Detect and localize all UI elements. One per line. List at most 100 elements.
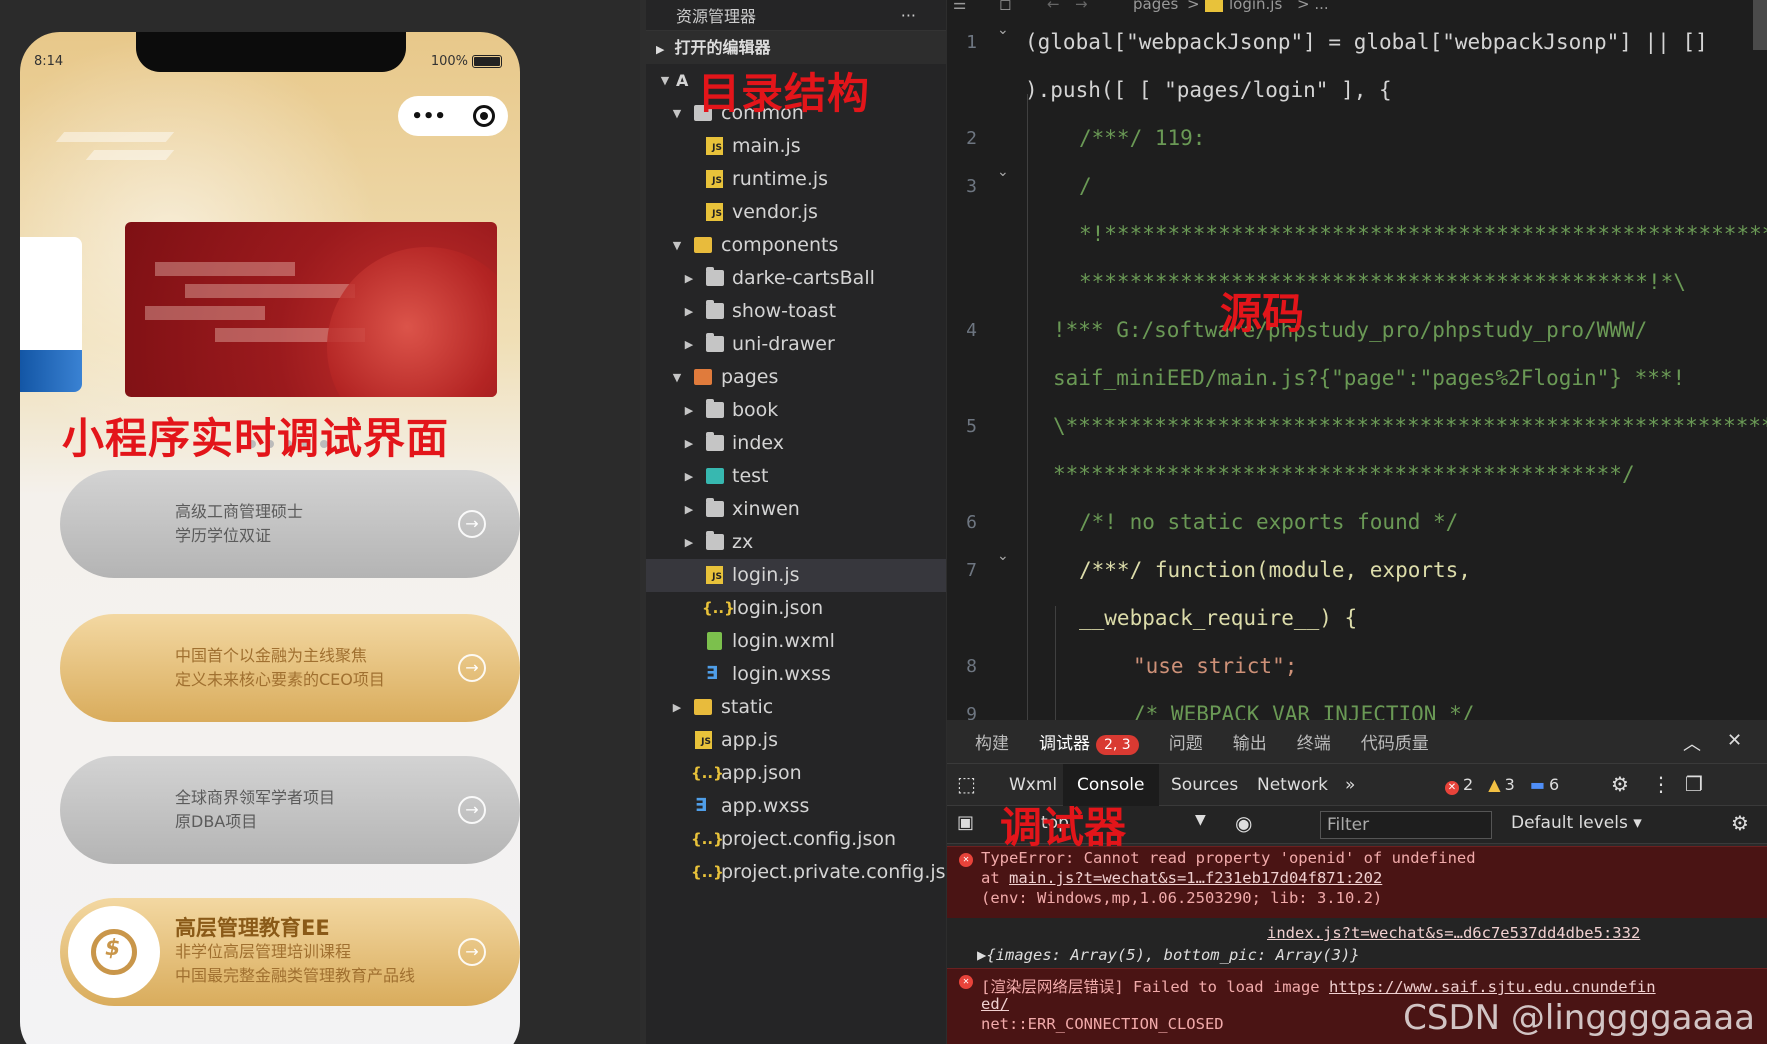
breadcrumb-separator: > [1187, 0, 1200, 13]
tree-folder-uni-drawer[interactable]: ▶ uni-drawer [646, 328, 946, 361]
tree-folder-book[interactable]: ▶ book [646, 394, 946, 427]
tab-network[interactable]: Network [1243, 764, 1342, 806]
code-line: *!**************************************… [1079, 222, 1767, 246]
arrow-right-icon[interactable]: → [458, 938, 486, 966]
tab-sources[interactable]: Sources [1157, 764, 1252, 806]
program-card-ceo[interactable]: 中国首个以金融为主线聚焦 定义未来核心要素的CEO项目 → [60, 614, 520, 722]
arrow-right-icon[interactable]: → [458, 796, 486, 824]
close-panel-icon[interactable]: ✕ [1727, 730, 1742, 751]
more-actions-icon[interactable]: ··· [901, 6, 916, 25]
breadcrumb: ☰ ◻ ← → pages > login.js > ... [947, 0, 1767, 14]
logged-object[interactable]: ▶{images: Array(5), bottom_pic: Array(3)… [977, 946, 1360, 964]
fold-chevron-icon[interactable]: ⌄ [997, 164, 1009, 180]
collapse-panel-icon[interactable]: ︿ [1683, 730, 1701, 756]
issue-counts[interactable]: ✕ 2 ▲ 3 ▬ 6 [1445, 775, 1559, 795]
source-link[interactable]: index.js?t=wechat&s=…d6c7e537dd4dbe5:332 [1267, 924, 1640, 942]
tab-code-quality[interactable]: 代码质量 [1361, 729, 1429, 754]
fold-chevron-icon[interactable]: ⌄ [997, 22, 1009, 38]
tab-output[interactable]: 输出 [1233, 729, 1267, 754]
carousel-banner[interactable] [125, 222, 497, 397]
eye-icon[interactable]: ◉ [1235, 811, 1252, 835]
more-tabs-icon[interactable]: » [1331, 764, 1369, 806]
code-line: /*! no static exports found */ [1079, 510, 1459, 534]
tree-file-project-private-config[interactable]: {..} project.private.config.js... [646, 856, 946, 889]
filter-input[interactable]: Filter [1320, 811, 1492, 839]
console-settings-icon[interactable]: ⚙ [1731, 811, 1749, 835]
tree-folder-static[interactable]: ▶ static [646, 691, 946, 724]
console-log-message[interactable]: index.js?t=wechat&s=…d6c7e537dd4dbe5:332… [947, 918, 1767, 968]
tab-terminal[interactable]: 终端 [1297, 729, 1331, 754]
phone-notch [136, 32, 406, 72]
undock-icon[interactable]: ❐ [1685, 772, 1703, 796]
image-url-link[interactable]: ed/ [981, 995, 1009, 1013]
tree-folder-test[interactable]: ▶ test [646, 460, 946, 493]
tab-build[interactable]: 构建 [975, 729, 1009, 754]
folder-icon [706, 531, 724, 550]
debugger-panel: 构建 调试器 2, 3 问题 输出 终端 代码质量 ︿ ✕ ⬚ Wxml Cons… [947, 720, 1767, 1044]
sidebar-toggle-icon[interactable]: ▣ [957, 812, 974, 833]
js-file-icon: JS [706, 170, 723, 188]
fold-chevron-icon[interactable]: ⌄ [997, 548, 1009, 564]
arrow-right-icon[interactable]: → [458, 510, 486, 538]
code-line: / [1079, 174, 1092, 198]
indent-guide [1055, 606, 1056, 720]
root-label: A [676, 71, 689, 90]
error-badge: 2, 3 [1096, 734, 1139, 755]
open-editors-section[interactable]: ▶ 打开的编辑器 [646, 30, 946, 64]
tree-folder-components[interactable]: ▼ components [646, 229, 946, 262]
tree-file-login-wxss[interactable]: ∃ login.wxss [646, 658, 946, 691]
code-editor[interactable]: ☰ ◻ ← → pages > login.js > ... 1 2 3 4 5… [947, 0, 1767, 720]
stack-prefix: at [981, 869, 1009, 887]
program-card-ee[interactable]: 高层管理教育EE 非学位高层管理培训课程 中国最完整金融类管理教育产品线 → [60, 898, 520, 1006]
tree-folder-xinwen[interactable]: ▶ xinwen [646, 493, 946, 526]
more-icon[interactable]: ••• [411, 106, 446, 127]
error-count: 2 [1463, 775, 1474, 794]
settings-gear-icon[interactable]: ⚙ [1611, 772, 1629, 796]
line-number: 2 [966, 128, 977, 149]
log-levels-select[interactable]: Default levels ▾ [1511, 813, 1642, 833]
line-number: 1 [966, 32, 977, 53]
code-line: \***************************************… [1053, 414, 1767, 438]
tree-file-project-config[interactable]: {..} project.config.json [646, 823, 946, 856]
js-file-icon: JS [706, 137, 723, 155]
line-number: 9 [966, 704, 977, 720]
tree-file-app-wxss[interactable]: ∃ app.wxss [646, 790, 946, 823]
breadcrumb-pages[interactable]: pages [1133, 0, 1178, 13]
tab-problems[interactable]: 问题 [1169, 729, 1203, 754]
tree-file-login-json[interactable]: {..} login.json [646, 592, 946, 625]
tab-debugger[interactable]: 调试器 2, 3 [1039, 729, 1139, 755]
tree-file-app-js[interactable]: JS app.js [646, 724, 946, 757]
tree-file-login-js[interactable]: JS login.js [646, 559, 946, 592]
chevron-down-icon[interactable]: ▼ [1195, 812, 1206, 828]
tree-folder-index[interactable]: ▶ index [646, 427, 946, 460]
watermark: CSDN @linggggaaaa [1403, 998, 1755, 1038]
tree-folder-pages[interactable]: ▼ pages [646, 361, 946, 394]
tree-file-vendor-js[interactable]: JS vendor.js [646, 196, 946, 229]
tree-folder-darke-cartsball[interactable]: ▶ darke-cartsBall [646, 262, 946, 295]
close-target-icon[interactable] [472, 105, 495, 127]
console-error-message[interactable]: ✕ TypeError: Cannot read property 'openi… [947, 846, 1767, 918]
nav-back-icon[interactable]: ← [1047, 0, 1060, 13]
tree-file-main-js[interactable]: JS main.js [646, 130, 946, 163]
tree-file-login-wxml[interactable]: login.wxml [646, 625, 946, 658]
program-card-dba[interactable]: 全球商界领军学者项目 原DBA项目 → [60, 756, 520, 864]
editor-scrollbar[interactable] [1753, 0, 1767, 50]
open-editors-label: 打开的编辑器 [674, 38, 771, 57]
source-link[interactable]: main.js?t=wechat&s=1…f231eb17d04f871:202 [1009, 869, 1382, 887]
miniprogram-capsule[interactable]: ••• [398, 96, 508, 136]
arrow-right-icon[interactable]: → [458, 654, 486, 682]
tree-file-runtime-js[interactable]: JS runtime.js [646, 163, 946, 196]
card-line: 中国最完整金融类管理教育产品线 [175, 966, 416, 985]
carousel-prev-card[interactable] [20, 237, 82, 392]
tree-folder-zx[interactable]: ▶ zx [646, 526, 946, 559]
image-url-link[interactable]: https://www.saif.sjtu.edu.cnundefin [1329, 978, 1656, 996]
inspect-element-icon[interactable]: ⬚ [957, 772, 976, 796]
status-time: 8:14 [34, 54, 64, 69]
kebab-menu-icon[interactable]: ⋮ [1651, 772, 1671, 796]
tree-file-app-json[interactable]: {..} app.json [646, 757, 946, 790]
js-file-icon: JS [706, 203, 723, 221]
breadcrumb-file[interactable]: login.js [1229, 0, 1282, 13]
nav-forward-icon[interactable]: → [1075, 0, 1088, 13]
tree-folder-show-toast[interactable]: ▶ show-toast [646, 295, 946, 328]
program-card-emba[interactable]: 高级工商管理硕士 学历学位双证 → [60, 470, 520, 578]
